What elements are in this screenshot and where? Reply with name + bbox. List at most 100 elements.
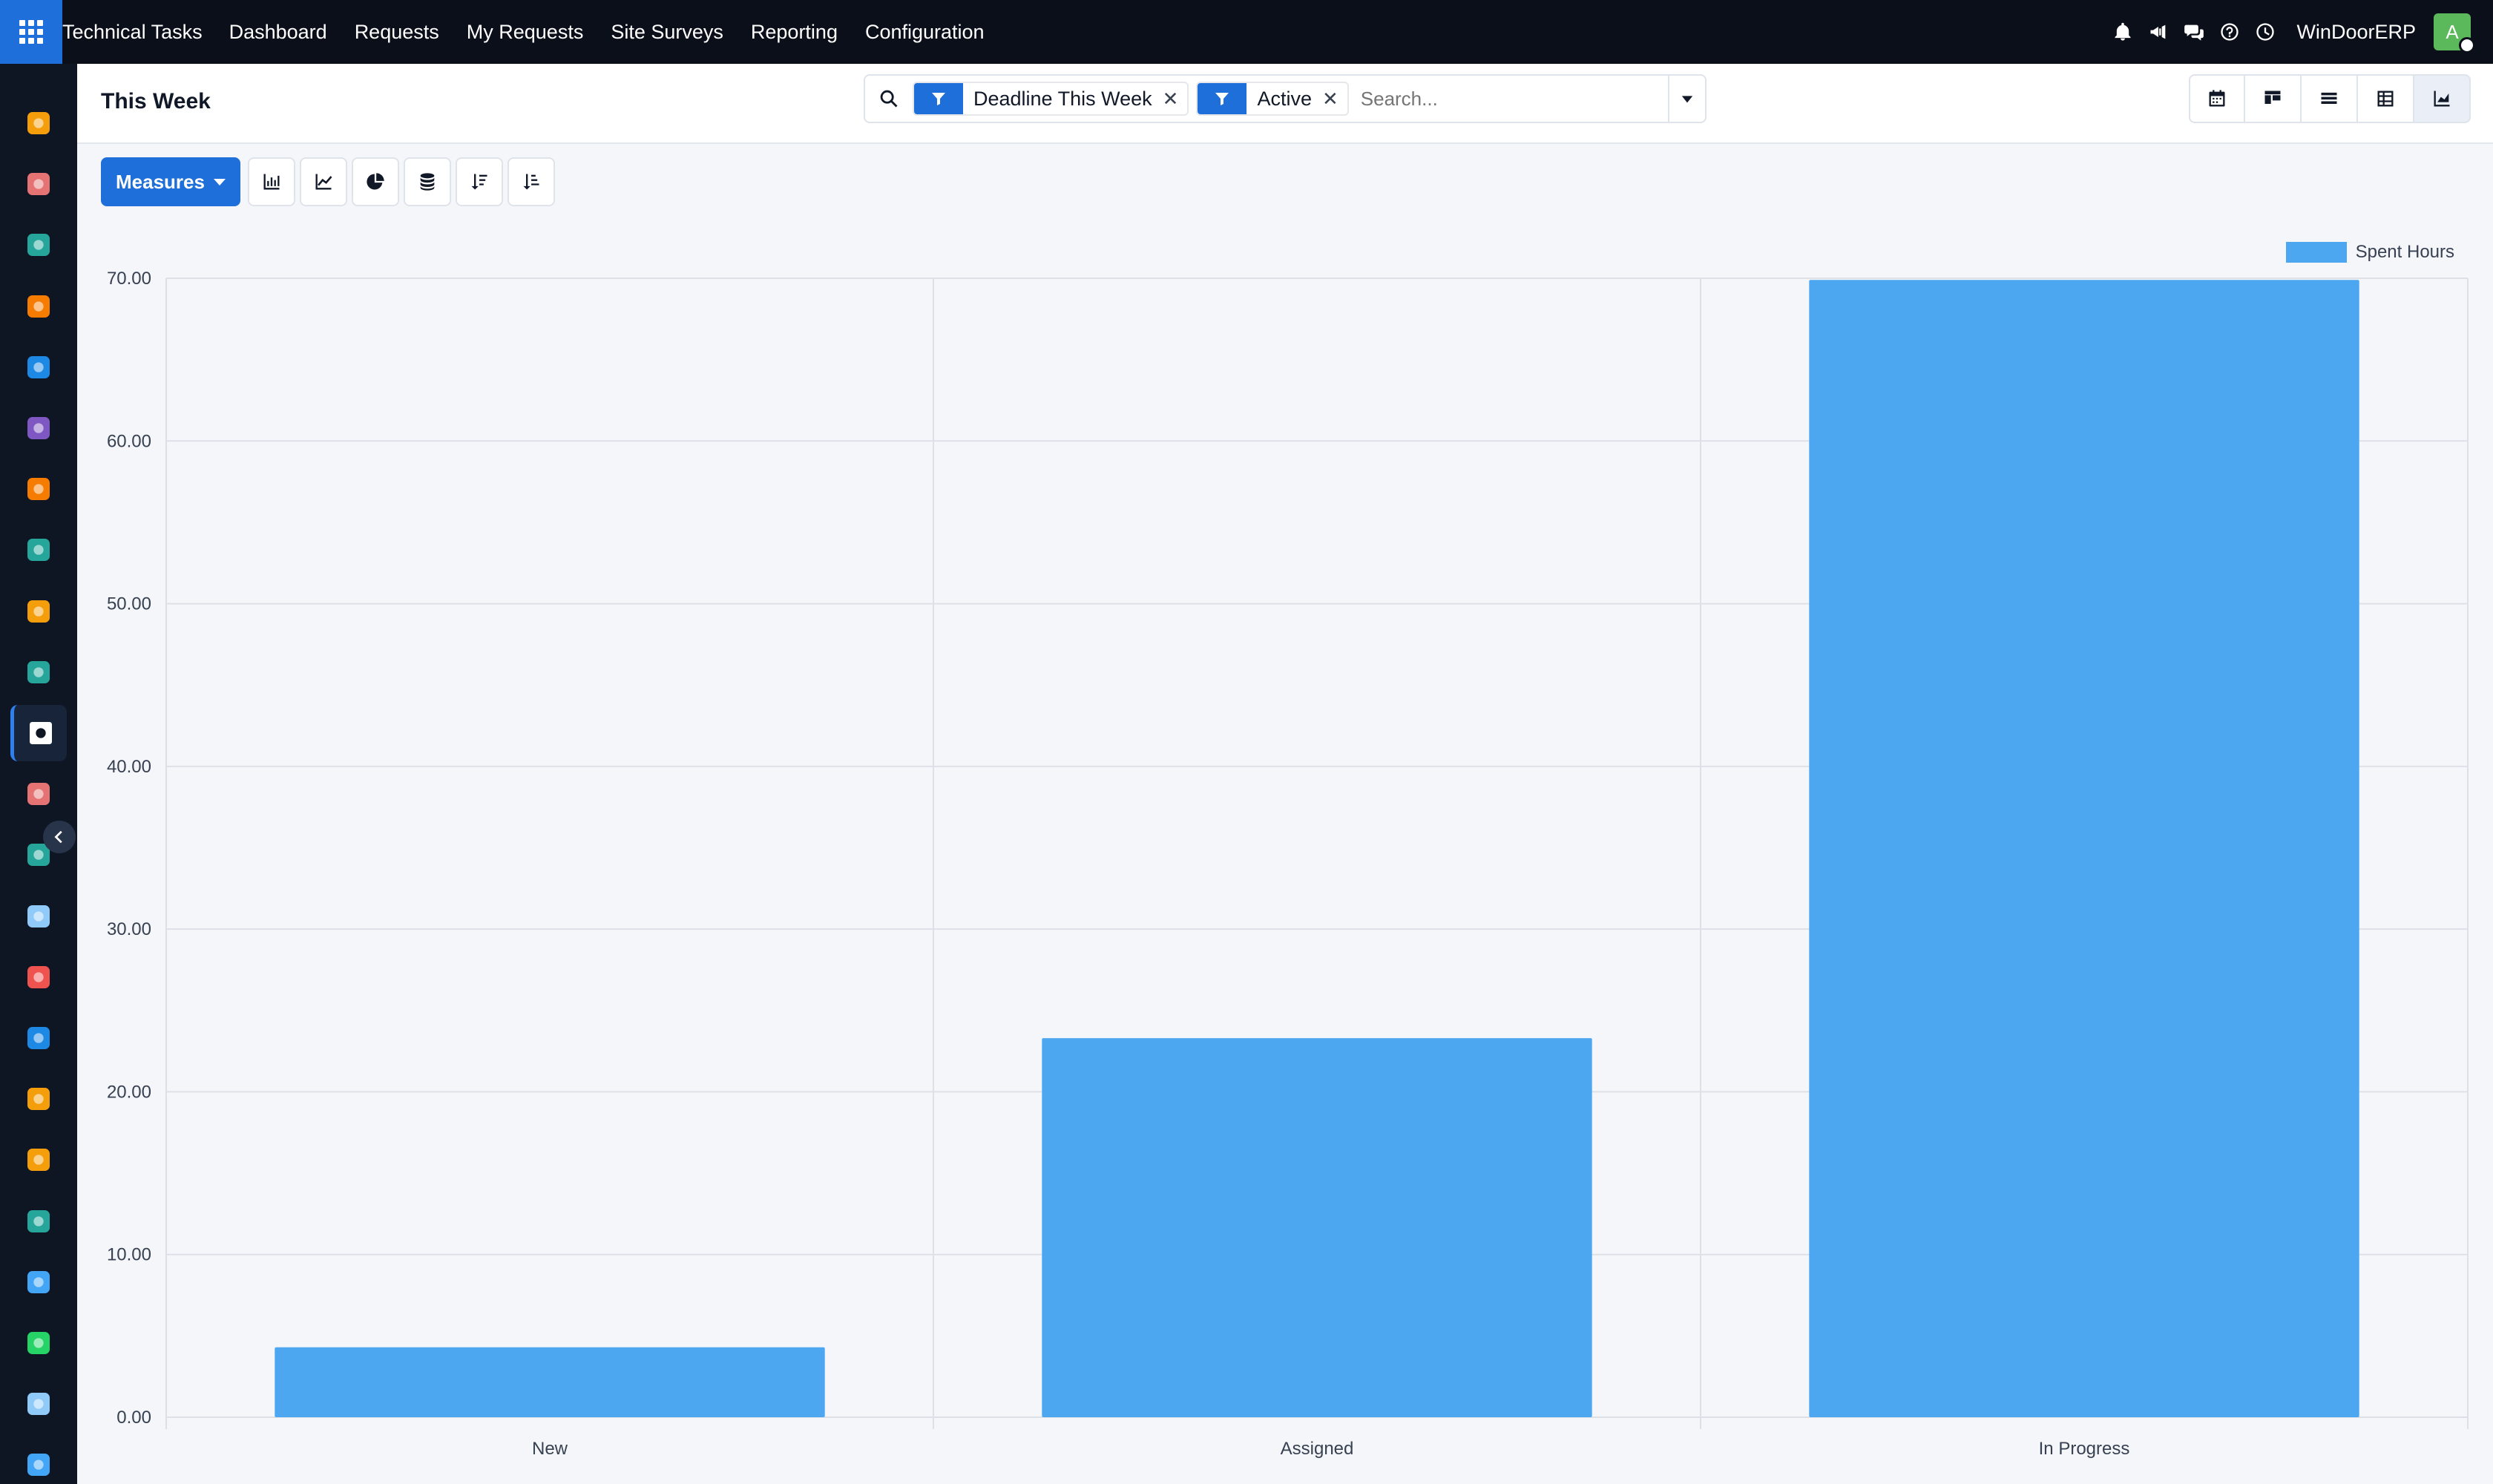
invoicing-app-icon — [27, 1027, 50, 1049]
calendar-view-icon — [2209, 90, 2225, 107]
remove-facet-button[interactable]: ✕ — [1322, 88, 1347, 111]
line-chart-button[interactable] — [299, 157, 347, 206]
sort-ascending-button[interactable] — [507, 157, 555, 206]
sign-app-button[interactable] — [10, 1193, 67, 1250]
pie-chart-icon — [367, 173, 384, 190]
calendar-app-button[interactable] — [10, 1132, 67, 1188]
remove-facet-button[interactable]: ✕ — [1163, 88, 1188, 111]
list-view-icon — [2321, 92, 2337, 104]
chart-legend[interactable]: Spent Hours — [2285, 242, 2454, 263]
avatar-initial: A — [2446, 20, 2459, 43]
search-icon[interactable] — [865, 76, 913, 122]
measures-button[interactable]: Measures — [101, 157, 240, 206]
avatar[interactable]: A — [2434, 13, 2475, 53]
menu-item-reporting[interactable]: Reporting — [751, 21, 838, 44]
help-icon[interactable] — [2212, 14, 2247, 50]
filter-icon — [914, 83, 963, 114]
apps-menu-button[interactable] — [0, 0, 62, 64]
facet-deadline-this-week: Deadline This Week ✕ — [913, 82, 1189, 116]
menu-item-configuration[interactable]: Configuration — [865, 21, 985, 44]
graph-view-button[interactable] — [2414, 74, 2471, 123]
crm-app-icon — [27, 173, 50, 196]
facet-label: Active — [1257, 87, 1312, 110]
sort-descending-button[interactable] — [455, 157, 503, 206]
main-menu: Dashboard Requests My Requests Site Surv… — [229, 21, 1012, 44]
invoicing-app-button[interactable] — [10, 1010, 67, 1066]
kanban-view-button[interactable] — [2245, 74, 2302, 123]
team-app-icon — [27, 1088, 50, 1111]
control-panel: This Week Deadline This Week ✕ Active ✕ — [77, 64, 2493, 144]
graph-chart: 0.00 10.00 20.00 30.00 40.00 50.00 60.00 70.00 N… — [77, 223, 2493, 1484]
team-app-button[interactable] — [10, 1071, 67, 1127]
livechat-app-icon — [27, 478, 50, 501]
reporting-app-button[interactable] — [10, 583, 67, 640]
bar-assigned — [1042, 1038, 1592, 1417]
discuss-app-icon — [27, 295, 50, 318]
collapse-sidebar-button[interactable] — [43, 821, 76, 853]
contacts-app-button[interactable] — [10, 217, 67, 273]
product-app-button[interactable] — [10, 949, 67, 1005]
clock-icon[interactable] — [2247, 14, 2283, 50]
systray: WinDoorERP A — [2105, 0, 2475, 64]
app-sidebar — [0, 64, 77, 1484]
stacked-button[interactable] — [403, 157, 451, 206]
kanban-view-icon — [2264, 91, 2281, 104]
timer-app-icon — [27, 1393, 50, 1416]
whatsapp-app-button[interactable] — [10, 1315, 67, 1371]
menu-item-my-requests[interactable]: My Requests — [467, 21, 584, 44]
pivot-view-icon — [2377, 91, 2394, 107]
sales-app-button[interactable] — [10, 766, 67, 822]
pie-chart-button[interactable] — [351, 157, 399, 206]
filter-icon — [1198, 83, 1247, 114]
bar-chart-button[interactable] — [247, 157, 295, 206]
chart-app-button[interactable] — [10, 95, 67, 151]
legend-label: Spent Hours — [2355, 242, 2454, 262]
stacked-icon — [420, 173, 435, 191]
y-tick-label: 40.00 — [107, 757, 151, 777]
facet-label: Deadline This Week — [973, 87, 1152, 110]
y-tick-label: 10.00 — [107, 1245, 151, 1265]
contacts-app-icon — [27, 234, 50, 257]
calendar-view-button[interactable] — [2189, 74, 2245, 123]
calendar-app-icon — [27, 1149, 50, 1172]
timer-app-button[interactable] — [10, 1376, 67, 1432]
menu-item-site-surveys[interactable]: Site Surveys — [611, 21, 723, 44]
crm-app-button[interactable] — [10, 156, 67, 212]
whatsapp-app-icon — [27, 1332, 50, 1354]
graph-toolbar: Measures — [101, 157, 559, 206]
company-switcher[interactable]: WinDoorERP — [2296, 21, 2416, 44]
status-dot — [2459, 37, 2475, 53]
list-view-button[interactable] — [2302, 74, 2358, 123]
technical-tasks-app-button[interactable] — [10, 705, 67, 761]
view-switcher — [2189, 74, 2471, 123]
megaphone-icon[interactable] — [2141, 14, 2176, 50]
chevron-left-icon — [54, 830, 62, 844]
app-name[interactable]: Technical Tasks — [62, 21, 203, 44]
x-tick-label: In Progress — [2039, 1439, 2130, 1459]
discuss-app-button[interactable] — [10, 278, 67, 335]
inventory-app-button[interactable] — [10, 522, 67, 578]
sort-descending-icon — [471, 174, 487, 190]
sales-app-icon — [27, 783, 50, 806]
chart-app-icon — [27, 112, 50, 134]
grid-icon — [19, 20, 43, 44]
menu-item-dashboard[interactable]: Dashboard — [229, 21, 327, 44]
bell-icon[interactable] — [2105, 14, 2141, 50]
livechat-app-button[interactable] — [10, 461, 67, 517]
chat-icon[interactable] — [2176, 14, 2212, 50]
pivot-view-button[interactable] — [2358, 74, 2414, 123]
knowledge-app-button[interactable] — [10, 888, 67, 945]
facet-active: Active ✕ — [1196, 82, 1349, 116]
sync-app-button[interactable] — [10, 1437, 67, 1484]
knowledge-app-icon — [27, 904, 50, 928]
y-tick-label: 50.00 — [107, 594, 151, 614]
employees-app-button[interactable] — [10, 644, 67, 700]
reporting-app-icon — [27, 600, 50, 623]
search-input[interactable] — [1360, 87, 1650, 111]
dashboard-app-button[interactable] — [10, 1254, 67, 1310]
bar-new — [275, 1347, 825, 1417]
search-options-toggle[interactable] — [1668, 76, 1705, 122]
website-app-button[interactable] — [10, 339, 67, 395]
mail-app-button[interactable] — [10, 400, 67, 456]
menu-item-requests[interactable]: Requests — [355, 21, 439, 44]
